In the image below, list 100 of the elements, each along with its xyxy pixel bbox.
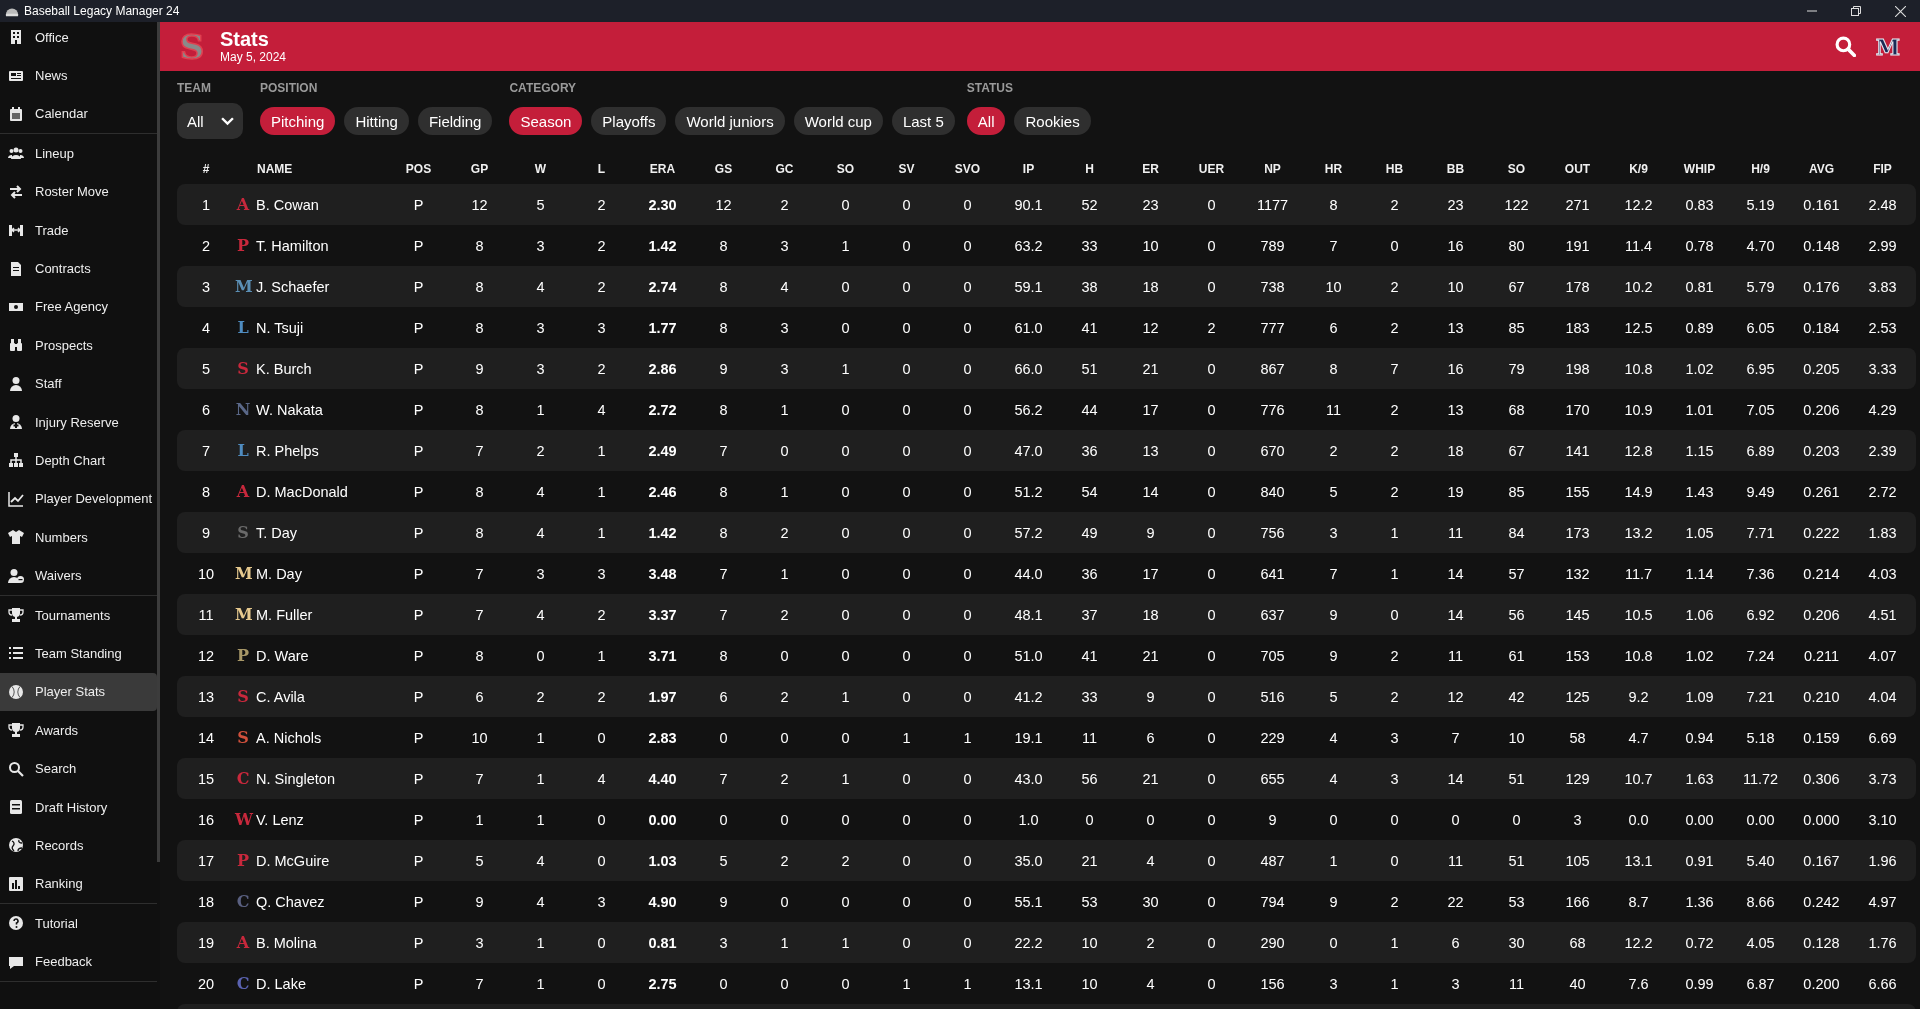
sidebar-item[interactable]: Staff	[0, 364, 157, 403]
column-header[interactable]: GS	[693, 162, 754, 176]
column-header[interactable]: NP	[1242, 162, 1303, 176]
player-name[interactable]: T. Hamilton	[256, 237, 329, 254]
player-name[interactable]: V. Lenz	[256, 811, 304, 828]
column-header[interactable]: WHIP	[1669, 162, 1730, 176]
column-header[interactable]: ER	[1120, 162, 1181, 176]
filter-chip[interactable]: Hitting	[344, 107, 409, 135]
column-header[interactable]: AVG	[1791, 162, 1852, 176]
column-header[interactable]: FIP	[1852, 162, 1913, 176]
sidebar-item[interactable]: Trade	[0, 210, 157, 250]
player-name[interactable]: C. Avila	[256, 688, 305, 705]
filter-chip[interactable]: Season	[509, 107, 583, 135]
player-name[interactable]: B. Molina	[256, 934, 317, 951]
sidebar-item[interactable]: Feedback	[0, 942, 157, 981]
sidebar-item[interactable]: Player Development	[0, 479, 157, 519]
sidebar-item[interactable]: Tournaments	[0, 595, 157, 635]
close-icon[interactable]	[1895, 5, 1906, 17]
sidebar-item[interactable]: Numbers	[0, 518, 157, 557]
table-row[interactable]: 13 S C. Avila P 6 2 2 1.97 6 2 1 0 0 41.2 33 9 0 516 5 2 12 42 125 9.2 1.09 7.21 0.210 4.04	[177, 676, 1916, 717]
player-name[interactable]: T. Day	[256, 524, 298, 541]
table-row[interactable]: 19 A B. Molina P 3 1 0 0.81 3 1 1 0 0 22.2 10 2 0 290 0 1 6 30 68 12.2 0.72 4.05 0.128 1.76	[177, 922, 1916, 963]
sidebar-item[interactable]: Tutorial	[0, 904, 157, 943]
restore-icon[interactable]	[1851, 6, 1861, 16]
column-header[interactable]: ERA	[632, 162, 693, 176]
column-header[interactable]: SO	[1486, 162, 1547, 176]
filter-chip[interactable]: All	[966, 107, 1006, 135]
sidebar-item[interactable]: Ranking	[0, 864, 157, 903]
column-header[interactable]: IP	[998, 162, 1059, 176]
column-header[interactable]: H/9	[1730, 162, 1791, 176]
filter-chip[interactable]: Fielding	[417, 107, 493, 135]
column-header[interactable]: #	[177, 162, 235, 176]
sidebar-item[interactable]: Awards	[0, 711, 157, 750]
filter-chip[interactable]: Rookies	[1014, 107, 1091, 135]
table-row[interactable]: 20 C D. Lake P 7 1 0 2.75 0 0 0 1 1 13.1 10 4 0 156 3 1 3 11 40 7.6 0.99 6.87 0.200 6.66	[177, 963, 1916, 1004]
sidebar-item[interactable]: Roster Move	[0, 172, 157, 211]
table-row[interactable]: 17 P D. McGuire P 5 4 0 1.03 5 2 2 0 0 35.0 21 4 0 487 1 0 11 51 105 13.1 0.91 5.40 0.167 1.96	[177, 840, 1916, 881]
table-row[interactable]: 2 P T. Hamilton P 8 3 2 1.42 8 3 1 0 0 63.2 33 10 0 789 7 0 16 80 191 11.4 0.78 4.70 0.148 2.99	[177, 225, 1916, 266]
column-header[interactable]: SV	[876, 162, 937, 176]
table-row[interactable]: 16 W V. Lenz P 1 1 0 0.00 0 0 0 0 0 1.0 0 0 0 9 0 0 0 0 3 0.0 0.00 0.00 0.000 3.10	[177, 799, 1916, 840]
table-row[interactable]: 3 M J. Schaefer P 8 4 2 2.74 8 4 0 0 0 59.1 38 18 0 738 10 2 10 67 178 10.2 0.81 5.79 0.176 3.83	[177, 266, 1916, 307]
column-header[interactable]: BB	[1425, 162, 1486, 176]
column-header[interactable]: GC	[754, 162, 815, 176]
player-name[interactable]: D. Ware	[256, 647, 309, 664]
sidebar-item[interactable]: Contracts	[0, 249, 157, 288]
team-dropdown[interactable]: All	[177, 103, 243, 139]
column-header[interactable]: SO	[815, 162, 876, 176]
column-header[interactable]: SVO	[937, 162, 998, 176]
filter-chip[interactable]: Pitching	[260, 107, 336, 135]
player-name[interactable]: K. Burch	[256, 360, 312, 377]
player-name[interactable]: M. Day	[256, 565, 302, 582]
column-header[interactable]: NAME	[235, 162, 388, 176]
filter-chip[interactable]: Last 5	[891, 107, 955, 135]
player-name[interactable]: A. Nichols	[256, 729, 322, 746]
column-header[interactable]: H	[1059, 162, 1120, 176]
column-header[interactable]: W	[510, 162, 571, 176]
filter-chip[interactable]: World cup	[793, 107, 883, 135]
table-row[interactable]: 4 L N. Tsuji P 8 3 3 1.77 8 3 0 0 0 61.0 41 12 2 777 6 2 13 85 183 12.5 0.89 6.05 0.184 2.53	[177, 307, 1916, 348]
table-row[interactable]: 12 P D. Ware P 8 0 1 3.71 8 0 0 0 0 51.0 41 21 0 705 9 2 11 61 153 10.8 1.02 7.24 0.211 4.07	[177, 635, 1916, 676]
column-header[interactable]: OUT	[1547, 162, 1608, 176]
player-name[interactable]: R. Phelps	[256, 442, 319, 459]
player-name[interactable]: N. Singleton	[256, 770, 335, 787]
table-row[interactable]: 7 L R. Phelps P 7 2 1 2.49 7 0 0 0 0 47.0 36 13 0 670 2 2 18 67 141 12.8 1.15 6.89 0.203 2.39	[177, 430, 1916, 471]
player-name[interactable]: Q. Chavez	[256, 893, 325, 910]
player-name[interactable]: D. McGuire	[256, 852, 330, 869]
sidebar-item[interactable]: Lineup	[0, 134, 157, 173]
player-name[interactable]: J. Schaefer	[256, 278, 330, 295]
sidebar-item[interactable]: Injury Reserve	[0, 402, 157, 442]
search-icon[interactable]	[1834, 36, 1856, 57]
sidebar-item[interactable]: Waivers	[0, 556, 157, 595]
table-row[interactable]: 15 C N. Singleton P 7 1 4 4.40 7 2 1 0 0 43.0 56 21 0 655 4 3 14 51 129 10.7 1.63 11.72 0.306 3.73	[177, 758, 1916, 799]
player-name[interactable]: B. Cowan	[256, 196, 319, 213]
sidebar-item[interactable]: Prospects	[0, 326, 157, 365]
column-header[interactable]: K/9	[1608, 162, 1669, 176]
sidebar-item[interactable]: News	[0, 56, 157, 95]
filter-chip[interactable]: World juniors	[675, 107, 785, 135]
column-header[interactable]: GP	[449, 162, 510, 176]
sidebar-item[interactable]: Office	[0, 18, 157, 57]
player-name[interactable]: D. MacDonald	[256, 483, 348, 500]
sidebar-item[interactable]: Search	[0, 749, 157, 788]
player-name[interactable]: M. Fuller	[256, 606, 313, 623]
table-row[interactable]: 9 S T. Day P 8 4 1 1.42 8 2 0 0 0 57.2 49 9 0 756 3 1 11 84 173 13.2 1.05 7.71 0.222 1.83	[177, 512, 1916, 553]
scrollbar-thumb[interactable]	[157, 22, 160, 862]
sidebar-item[interactable]: Player Stats	[0, 672, 157, 712]
player-name[interactable]: D. Lake	[256, 975, 306, 992]
sidebar-item[interactable]: Depth Chart	[0, 441, 157, 480]
sidebar-item[interactable]: Calendar	[0, 94, 157, 134]
sidebar-item[interactable]: Free Agency	[0, 287, 157, 327]
table-row[interactable]: 8 A D. MacDonald P 8 4 1 2.46 8 1 0 0 0 51.2 54 14 0 840 5 2 19 85 155 14.9 1.43 9.49 0.261 2.72	[177, 471, 1916, 512]
sidebar-item[interactable]: Records	[0, 826, 157, 865]
table-row[interactable]: 14 S A. Nichols P 10 1 0 2.83 0 0 0 1 1 19.1 11 6 0 229 4 3 7 10 58 4.7 0.94 5.18 0.159 6.69	[177, 717, 1916, 758]
sidebar-item[interactable]: Draft History	[0, 787, 157, 827]
player-name[interactable]: N. Tsuji	[256, 319, 304, 336]
player-name[interactable]: W. Nakata	[256, 401, 323, 418]
table-row[interactable]: 11 M M. Fuller P 7 4 2 3.37 7 2 0 0 0 48.1 37 18 0 637 9 0 14 56 145 10.5 1.06 6.92 0.206 4.51	[177, 594, 1916, 635]
column-header[interactable]: HR	[1303, 162, 1364, 176]
table-row[interactable]: 10 M M. Day P 7 3 3 3.48 7 1 0 0 0 44.0 36 17 0 641 7 1 14 57 132 11.7 1.14 7.36 0.214 4.03	[177, 553, 1916, 594]
table-row[interactable]: 1 A B. Cowan P 12 5 2 2.30 12 2 0 0 0 90.1 52 23 0 1177 8 2 23 122 271 12.2 0.83 5.19 0.161 2.48	[177, 184, 1916, 225]
column-header[interactable]: UER	[1181, 162, 1242, 176]
filter-chip[interactable]: Playoffs	[591, 107, 667, 135]
